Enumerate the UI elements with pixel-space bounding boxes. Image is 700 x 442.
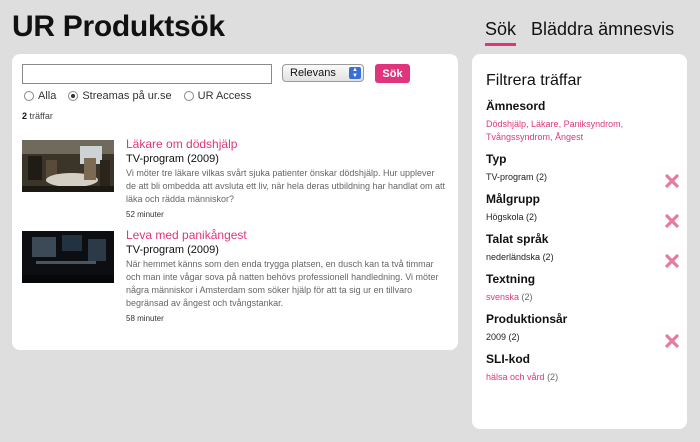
filter-group-title: Talat språk [486, 232, 549, 246]
filter-group-title: Produktionsår [486, 312, 568, 326]
filter-value-count: (2) [508, 332, 520, 342]
filter-group-language: Talat språk nederländska (2) [486, 232, 679, 268]
result-type: TV-program (2009) [126, 244, 219, 256]
filter-group-title: SLI-kod [486, 352, 530, 366]
remove-x-icon[interactable] [665, 214, 679, 228]
sort-select-value: Relevans [290, 67, 336, 79]
hit-count-number: 2 [22, 111, 28, 121]
radio-ur-access[interactable] [183, 91, 194, 101]
result-description: När hemmet känns som den enda trygga pla… [126, 259, 439, 308]
subject-link[interactable]: Dödshjälp, [486, 119, 529, 129]
filter-group-title: Ämnesord [486, 99, 546, 113]
remove-x-icon[interactable] [665, 334, 679, 348]
filter-group-title: Målgrupp [486, 192, 540, 206]
select-arrows-icon: ▲ ▼ [349, 67, 361, 79]
result-thumbnail[interactable] [22, 140, 114, 192]
scope-option-ur-access[interactable]: UR Access [183, 90, 252, 102]
radio-all[interactable] [24, 91, 34, 101]
result-duration: 58 minuter [126, 314, 164, 323]
scope-label-ur-access: UR Access [197, 90, 252, 102]
filter-value: 2009 (2) [486, 331, 673, 344]
filter-panel: Filtrera träffar Ämnesord Dödshjälp, Läk… [472, 54, 687, 429]
filter-group-sli-code: SLI-kod hälsa och vård (2) [486, 352, 673, 384]
filter-group-title: Textning [486, 272, 536, 286]
remove-x-icon[interactable] [665, 254, 679, 268]
filter-group-title: Typ [486, 152, 507, 166]
remove-x-icon[interactable] [665, 174, 679, 188]
filter-value-count: (2) [547, 372, 559, 382]
sort-select[interactable]: Relevans ▲ ▼ [282, 64, 364, 82]
result-duration: 52 minuter [126, 210, 164, 219]
scope-option-streamed[interactable]: Streamas på ur.se [68, 90, 172, 102]
filter-value-text: nederländska [486, 252, 541, 262]
filter-group-type: Typ TV-program (2) [486, 152, 679, 188]
filter-value-count: (2) [526, 212, 538, 222]
subject-link[interactable]: Paniksyndrom, [564, 119, 624, 129]
search-results-card: Relevans ▲ ▼ Sök Alla Streamas på ur.se U… [12, 54, 458, 350]
filter-value-link[interactable]: hälsa och vård [486, 372, 545, 382]
subject-link[interactable]: Ångest [555, 132, 583, 142]
subject-link[interactable]: Tvångssyndrom, [486, 132, 553, 142]
result-thumbnail[interactable] [22, 231, 114, 283]
filter-value-count: (2) [536, 172, 548, 182]
filter-value: Högskola (2) [486, 211, 673, 224]
scope-label-all: Alla [38, 90, 57, 102]
site-title: UR Produktsök [12, 10, 225, 43]
result-title-link[interactable]: Leva med panikångest [126, 228, 446, 242]
filter-group-subtitles: Textning svenska (2) [486, 272, 673, 304]
filter-value: svenska (2) [486, 291, 673, 304]
filter-value-text: Högskola [486, 212, 524, 222]
search-scope-options: Alla Streamas på ur.se UR Access [24, 90, 251, 102]
top-navigation: Sök Bläddra ämnesvis [485, 19, 674, 46]
filter-value-text: 2009 [486, 332, 507, 342]
filter-heading: Filtrera träffar [486, 72, 582, 89]
filter-value-link[interactable]: svenska [486, 292, 519, 302]
search-button[interactable]: Sök [375, 64, 410, 83]
scope-label-streamed: Streamas på ur.se [82, 90, 172, 102]
result-title-link[interactable]: Läkare om dödshjälp [126, 137, 446, 151]
filter-group-subjects: Ämnesord Dödshjälp, Läkare, Paniksyndrom… [486, 99, 673, 144]
radio-streamed[interactable] [68, 91, 79, 101]
filter-value: TV-program (2) [486, 171, 673, 184]
subject-link[interactable]: Läkare, [531, 119, 561, 129]
hit-count-label: träffar [29, 111, 53, 121]
filter-value: nederländska (2) [486, 251, 673, 264]
result-type: TV-program (2009) [126, 153, 219, 165]
subject-links: Dödshjälp, Läkare, Paniksyndrom, Tvångss… [486, 118, 673, 144]
filter-value-count: (2) [542, 252, 554, 262]
scope-option-all[interactable]: Alla [24, 90, 56, 102]
filter-group-production-year: Produktionsår 2009 (2) [486, 312, 679, 348]
hit-count: 2 träffar [22, 111, 53, 121]
filter-value-text: TV-program [486, 172, 534, 182]
result-description: Vi möter tre läkare vilkas svårt sjuka p… [126, 168, 446, 204]
filter-value-count: (2) [521, 292, 533, 302]
search-input[interactable] [22, 64, 272, 84]
filter-group-audience: Målgrupp Högskola (2) [486, 192, 679, 228]
tab-search[interactable]: Sök [485, 19, 517, 46]
tab-browse-subjects[interactable]: Bläddra ämnesvis [531, 19, 674, 46]
filter-value: hälsa och vård (2) [486, 371, 673, 384]
